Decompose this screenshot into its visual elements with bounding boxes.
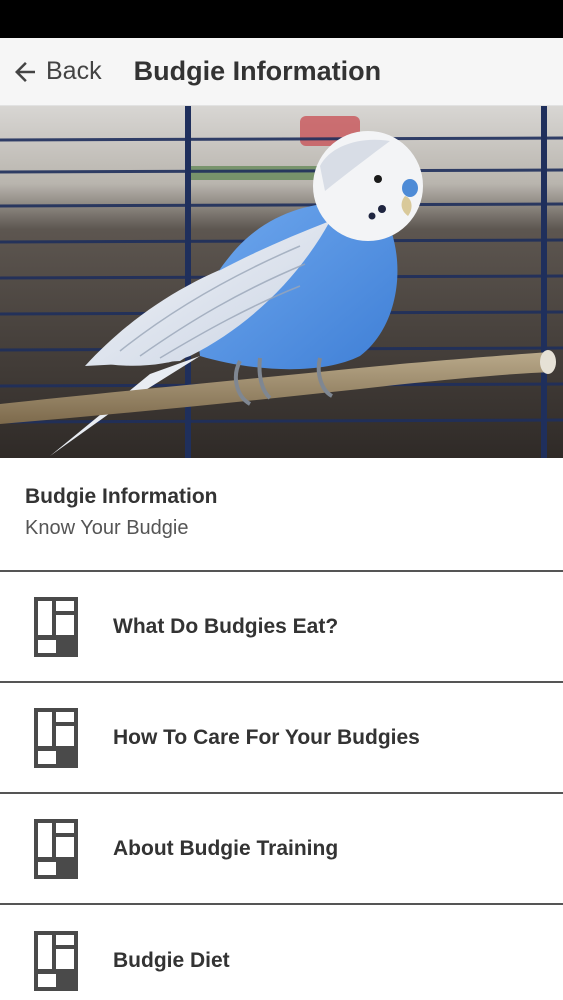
article-layout-icon <box>34 930 78 991</box>
intro-section: Budgie Information Know Your Budgie <box>0 458 563 572</box>
list-item-label: What Do Budgies Eat? <box>113 614 339 638</box>
list-item-budgie-diet[interactable]: Budgie Diet <box>0 905 563 1000</box>
back-button[interactable]: Back <box>0 38 102 105</box>
page-title: Budgie Information <box>133 56 382 86</box>
status-bar <box>0 0 563 38</box>
arrow-left-icon <box>15 61 35 82</box>
list-item-label: Budgie Diet <box>113 948 230 972</box>
article-layout-icon <box>34 596 78 657</box>
app-bar: Back Budgie Information <box>0 38 563 106</box>
article-layout-icon <box>34 707 78 768</box>
section-subtitle: Know Your Budgie <box>25 517 189 539</box>
list-item-how-to-care[interactable]: How To Care For Your Budgies <box>0 683 563 794</box>
article-layout-icon <box>34 818 78 879</box>
list-item-label: How To Care For Your Budgies <box>113 725 420 749</box>
list-item-label: About Budgie Training <box>113 836 339 860</box>
list-item-about-training[interactable]: About Budgie Training <box>0 794 563 905</box>
list-item-what-do-budgies-eat[interactable]: What Do Budgies Eat? <box>0 572 563 683</box>
article-list: What Do Budgies Eat? How To Care For You… <box>0 572 563 1000</box>
back-label: Back <box>46 57 102 85</box>
section-title: Budgie Information <box>25 485 218 508</box>
budgie-photo <box>0 106 563 458</box>
